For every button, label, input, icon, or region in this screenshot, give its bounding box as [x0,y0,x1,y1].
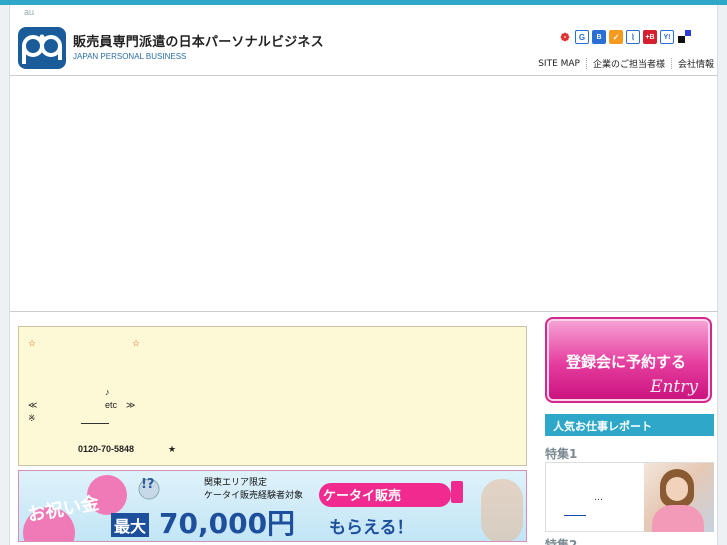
page: au 販売員専門派遣の日本パーソナルビジネス JAPAN PERSONAL BU… [0,0,727,545]
campaign-banner[interactable]: お祝い金 !? 関東エリア限定 ケータイ販売経験者対象 ケータイ販売 最大 70… [18,470,527,542]
hatena-bookmark-icon[interactable]: ❁ [558,30,572,44]
feature1-card[interactable]: … [545,462,714,532]
link-underline[interactable] [81,423,109,424]
asterisk-mark: ※ [28,413,36,423]
banner-suffix-text: もらえる！ [329,518,414,538]
carrier-label: au [24,7,35,17]
feature1-title[interactable]: 特集1 [545,445,577,462]
nav-company-info-link[interactable]: 会社情報 [678,57,714,70]
entry-button[interactable]: 登録会に予約する Entry [545,317,712,403]
banner-prefix-text: 最大 [111,513,150,537]
entry-script: Entry [650,377,698,397]
close-quote: ≫ [126,400,136,410]
hero-divider [10,311,718,312]
feature1-photo [644,463,714,532]
report-heading: 人気お仕事レポート [545,414,714,436]
black-star-icon: ★ [168,444,177,454]
google-bookmark-icon[interactable]: G [575,30,589,44]
logo-icon[interactable] [18,27,66,69]
nav-sitemap-link[interactable]: SITE MAP [538,59,580,69]
delicious-icon[interactable]: ✓ [609,30,623,44]
banner-gift-mark: !? [141,477,155,492]
etc-text: etc [105,400,118,410]
brand-name[interactable]: 販売員専門派遣の日本パーソナルビジネス [73,31,324,50]
notice-box: ☆ ☆ ♪ ≪ etc ≫ ※ 0120-70-5848 ★ [18,326,527,466]
banner-tag-text: ケータイ販売 [323,489,402,504]
buzzurl-icon[interactable]: +B [643,30,657,44]
yahoo-bookmark-icon[interactable]: Y! [660,30,674,44]
clip-icon[interactable]: ⌇ [626,30,640,44]
banner-area-text: 関東エリア限定 [204,478,268,488]
share-icon[interactable] [677,30,691,44]
header-divider [10,75,718,76]
nav-divider [670,58,672,69]
banner-target-text: ケータイ販売経験者対象 [204,491,304,501]
brand-subtitle: JAPAN PERSONAL BUSINESS [73,52,187,61]
open-quote: ≪ [28,400,38,410]
nav-divider [585,58,587,69]
phone-number[interactable]: 0120-70-5848 [78,444,134,454]
banner-amount-text: 70,000円 [159,507,296,540]
star-left-icon: ☆ [28,338,37,348]
header-nav: SITE MAP 企業のご担当者様 会社情報 [538,57,714,70]
livedoor-clip-icon[interactable]: B [592,30,606,44]
nav-corporate-link[interactable]: 企業のご担当者様 [593,57,665,70]
feature1-link-underline[interactable] [564,515,586,516]
note-icon: ♪ [105,387,110,397]
feature1-dots: … [594,493,603,503]
entry-label: 登録会に予約する [566,353,687,371]
social-bookmarks: ❁ G B ✓ ⌇ +B Y! [558,30,691,44]
star-right-icon: ☆ [132,338,141,348]
feature2-title[interactable]: 特集2 [545,536,577,545]
